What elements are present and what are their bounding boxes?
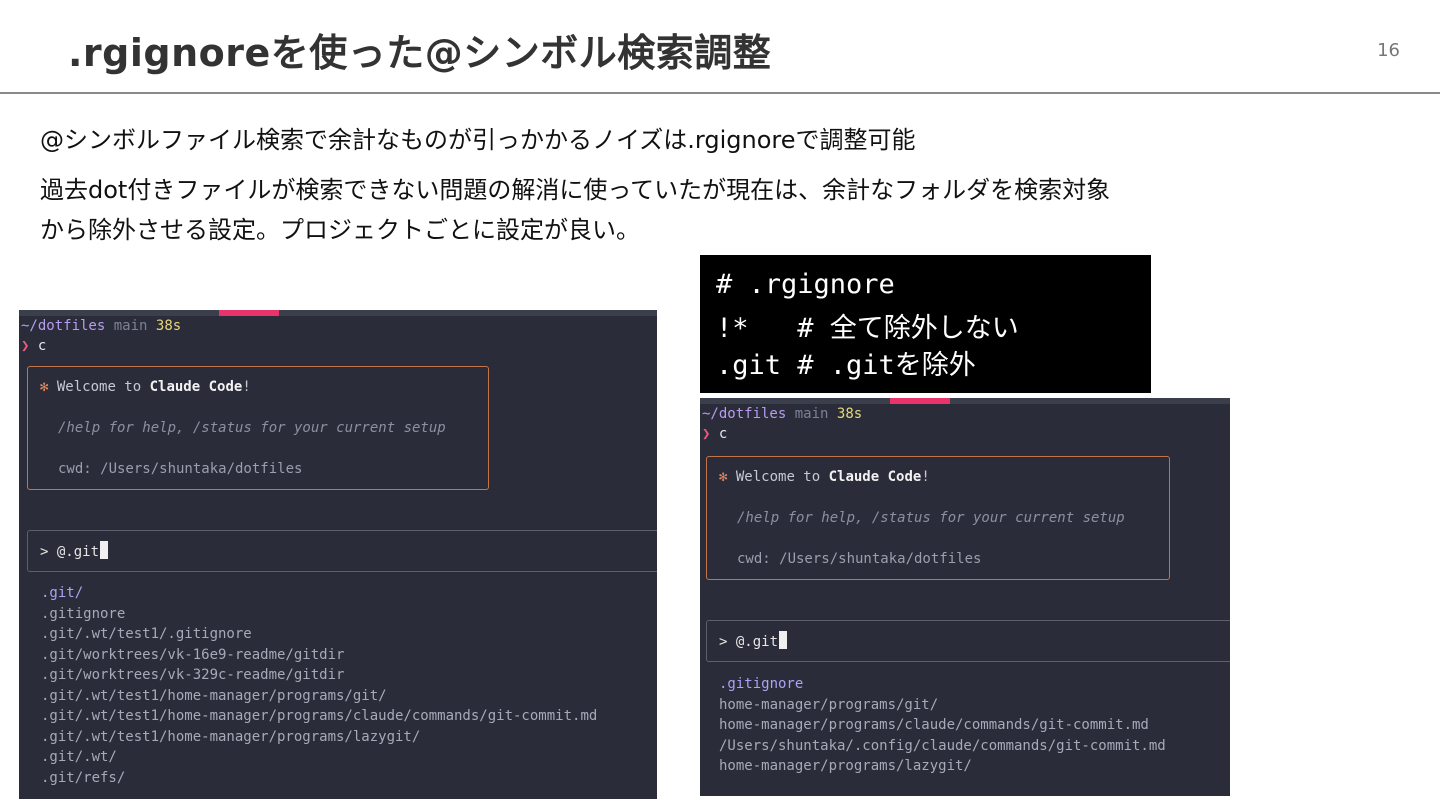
product-name: Claude Code bbox=[828, 469, 922, 485]
suggestion-item[interactable]: home-manager/programs/claude/commands/gi… bbox=[719, 715, 1166, 736]
welcome-box: ✻ Welcome to Claude Code! /help for help… bbox=[706, 456, 1170, 580]
shell-command-line: ❯ c bbox=[702, 426, 727, 442]
prompt-duration: 38s bbox=[836, 406, 863, 422]
prompt-input-box[interactable]: > @.git bbox=[27, 530, 657, 572]
terminal-tab-strip bbox=[700, 398, 1230, 404]
prompt-input-text: > @.git bbox=[719, 634, 779, 650]
text-cursor bbox=[779, 631, 788, 649]
suggestion-item[interactable]: .git/.wt/test1/home-manager/programs/cla… bbox=[41, 706, 597, 727]
welcome-line: ✻ Welcome to Claude Code! bbox=[40, 379, 251, 395]
welcome-line: ✻ Welcome to Claude Code! bbox=[719, 469, 930, 485]
terminal-screenshot-after: ~/dotfiles main 38s ❯ c ✻ Welcome to Cla… bbox=[700, 398, 1230, 796]
page-number: 16 bbox=[1377, 40, 1400, 61]
cwd-text: cwd: /Users/shuntaka/dotfiles bbox=[58, 461, 303, 477]
prompt-input-text: > @.git bbox=[40, 544, 100, 560]
prompt-branch: main bbox=[113, 318, 148, 334]
product-name: Claude Code bbox=[149, 379, 243, 395]
suggestion-item[interactable]: .git/worktrees/vk-16e9-readme/gitdir bbox=[41, 645, 597, 666]
shell-command-line: ❯ c bbox=[21, 338, 46, 354]
suggestion-item[interactable]: home-manager/programs/git/ bbox=[719, 695, 1166, 716]
suggestion-item[interactable]: .git/.wt/test1/.gitignore bbox=[41, 624, 597, 645]
help-hint: /help for help, /status for your current… bbox=[58, 420, 446, 436]
suggestion-item[interactable]: .git/refs/ bbox=[41, 768, 597, 789]
suggestion-item[interactable]: home-manager/programs/lazygit/ bbox=[719, 756, 1166, 777]
cwd-text: cwd: /Users/shuntaka/dotfiles bbox=[737, 551, 982, 567]
code-line-1: # .rgignore bbox=[716, 269, 895, 300]
prompt-arrow-icon: ❯ bbox=[702, 426, 711, 442]
terminal-screenshot-before: ~/dotfiles main 38s ❯ c ✻ Welcome to Cla… bbox=[19, 310, 657, 799]
help-hint: /help for help, /status for your current… bbox=[737, 510, 1125, 526]
terminal-tab-strip bbox=[19, 310, 657, 316]
welcome-prefix: Welcome to bbox=[56, 379, 150, 395]
welcome-suffix: ! bbox=[921, 469, 930, 485]
welcome-prefix: Welcome to bbox=[735, 469, 829, 485]
suggestion-item[interactable]: .git/.wt/test1/home-manager/programs/git… bbox=[41, 686, 597, 707]
code-line-2: !* # 全て除外しない bbox=[716, 313, 1019, 344]
prompt-branch: main bbox=[794, 406, 829, 422]
rgignore-code-block: # .rgignore !* # 全て除外しない .git # .gitを除外 bbox=[700, 255, 1151, 393]
file-suggestion-list: .gitignore home-manager/programs/git/ ho… bbox=[719, 674, 1166, 777]
shell-prompt: ~/dotfiles main 38s bbox=[21, 318, 181, 334]
asterisk-icon: ✻ bbox=[719, 469, 728, 485]
prompt-path: ~/dotfiles bbox=[21, 318, 106, 334]
prompt-arrow-icon: ❯ bbox=[21, 338, 30, 354]
shell-command: c bbox=[37, 338, 47, 354]
slide-title: .rgignoreを使った@シンボル検索調整 bbox=[68, 31, 772, 75]
body-text: 過去dot付きファイルが検索できない問題の解消に使っていたが現在は、余計なフォル… bbox=[40, 170, 1340, 250]
prompt-input-box[interactable]: > @.git bbox=[706, 620, 1230, 662]
text-cursor bbox=[100, 541, 109, 559]
suggestion-item[interactable]: .git/ bbox=[41, 583, 597, 604]
body-line-1: 過去dot付きファイルが検索できない問題の解消に使っていたが現在は、余計なフォル… bbox=[40, 176, 1111, 204]
title-divider bbox=[0, 92, 1440, 94]
shell-command: c bbox=[718, 426, 728, 442]
suggestion-item[interactable]: .gitignore bbox=[719, 674, 1166, 695]
suggestion-item[interactable]: .gitignore bbox=[41, 604, 597, 625]
prompt-input[interactable]: > @.git bbox=[40, 541, 109, 560]
prompt-input[interactable]: > @.git bbox=[719, 631, 788, 650]
lead-text: @シンボルファイル検索で余計なものが引っかかるノイズは.rgignoreで調整可… bbox=[40, 126, 916, 154]
body-line-2: から除外させる設定。プロジェクトごとに設定が良い。 bbox=[40, 216, 640, 244]
suggestion-item[interactable]: .git/.wt/test1/home-manager/programs/laz… bbox=[41, 727, 597, 748]
shell-prompt: ~/dotfiles main 38s bbox=[702, 406, 862, 422]
file-suggestion-list: .git/ .gitignore .git/.wt/test1/.gitigno… bbox=[41, 583, 597, 788]
welcome-suffix: ! bbox=[242, 379, 251, 395]
suggestion-item[interactable]: /Users/shuntaka/.config/claude/commands/… bbox=[719, 736, 1166, 757]
prompt-path: ~/dotfiles bbox=[702, 406, 787, 422]
suggestion-item[interactable]: .git/worktrees/vk-329c-readme/gitdir bbox=[41, 665, 597, 686]
welcome-box: ✻ Welcome to Claude Code! /help for help… bbox=[27, 366, 489, 490]
code-line-3: .git # .gitを除外 bbox=[716, 350, 976, 381]
asterisk-icon: ✻ bbox=[40, 379, 49, 395]
prompt-duration: 38s bbox=[155, 318, 182, 334]
suggestion-item[interactable]: .git/.wt/ bbox=[41, 747, 597, 768]
